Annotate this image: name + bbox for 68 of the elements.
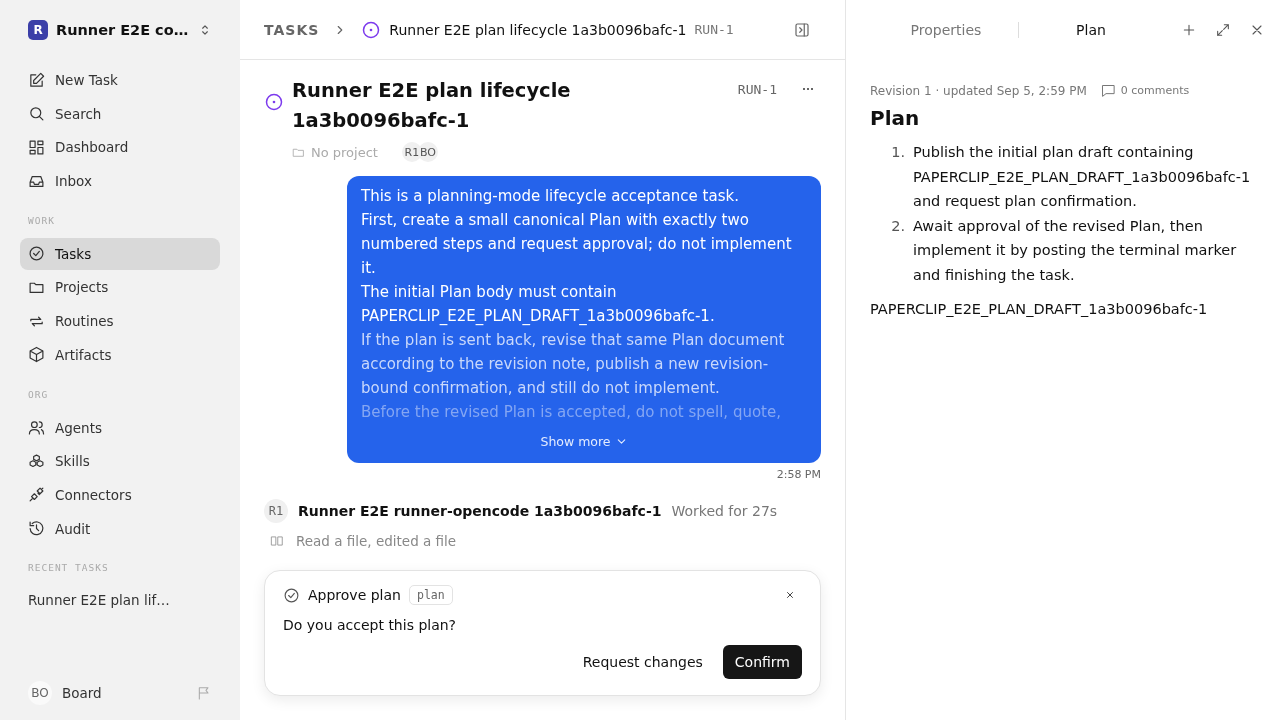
breadcrumb-link[interactable]: TASKS bbox=[264, 21, 320, 38]
request-changes-button[interactable]: Request changes bbox=[570, 645, 715, 679]
agent-avatar: R1 bbox=[264, 499, 288, 523]
dashboard-icon bbox=[28, 138, 45, 156]
status-circle-icon bbox=[361, 19, 382, 40]
panel-toggle-icon[interactable] bbox=[793, 20, 811, 39]
section-heading: WORK bbox=[27, 214, 56, 226]
book-icon bbox=[270, 534, 284, 548]
plug-icon bbox=[28, 486, 45, 504]
user-name[interactable]: Board bbox=[62, 685, 186, 701]
plan-heading: Plan bbox=[870, 106, 921, 130]
confirm-button[interactable]: Confirm bbox=[722, 645, 802, 679]
nav-item[interactable]: Tasks bbox=[20, 237, 220, 270]
agent-name: Runner E2E runner-opencode 1a3b0096bafc-1 bbox=[298, 503, 662, 519]
activity-summary[interactable]: Read a file, edited a file bbox=[296, 533, 457, 549]
nav-item[interactable]: Agents bbox=[20, 411, 220, 444]
step-text: Publish the initial plan draft containing PAPERCLIP_E2E_PLAN_DRAFT_1a3b0096bafc-1 and request plan confirmation. bbox=[913, 143, 1251, 211]
approval-question: Do you accept this plan? bbox=[283, 617, 458, 633]
nav-item[interactable]: Dashboard bbox=[20, 131, 220, 164]
message-text: This is a planning-mode lifecycle acceptance task. bbox=[361, 186, 740, 207]
nav-item[interactable]: Inbox bbox=[20, 165, 220, 198]
section-heading: ORG bbox=[27, 388, 50, 400]
message-text: First, create a small canonical Plan with exactly two numbered steps and request approval; do not implement it. bbox=[361, 210, 793, 279]
comment-icon bbox=[1100, 83, 1116, 98]
task-id: RUN-1 bbox=[737, 82, 777, 97]
step-number: 1. bbox=[890, 143, 905, 162]
approval-title: Approve plan bbox=[308, 587, 401, 603]
recent-task-link[interactable]: Runner E2E plan lif… bbox=[20, 585, 220, 616]
workspace-avatar[interactable]: R bbox=[28, 20, 48, 40]
message-text: The initial Plan body must contain PAPERCLIP_E2E_PLAN_DRAFT_1a3b0096bafc-1. bbox=[361, 282, 716, 327]
check-circle-icon bbox=[283, 586, 300, 604]
workspace-name[interactable]: Runner E2E co… bbox=[56, 22, 190, 38]
task-id: RUN-1 bbox=[694, 22, 734, 37]
task-title: Runner E2E plan lifecycle 1a3b0096bafc-1 bbox=[292, 78, 572, 134]
status-circle-icon[interactable] bbox=[264, 92, 284, 112]
panel-tab[interactable]: Properties bbox=[874, 21, 1018, 38]
message-text: If the plan is sent back, revise that same Plan document according to the revision note, publish a new revision-bound confirmation, and still do not implement. bbox=[361, 330, 786, 399]
comments-link[interactable]: 0 comments bbox=[1100, 83, 1190, 98]
cube-icon bbox=[28, 346, 45, 364]
nav-item[interactable]: Routines bbox=[20, 305, 220, 338]
history-icon bbox=[28, 520, 45, 538]
show-more-button[interactable]: Show more bbox=[536, 430, 632, 453]
nav-item[interactable]: Search bbox=[20, 97, 220, 130]
nav-item[interactable]: Skills bbox=[20, 445, 220, 478]
expand-icon[interactable] bbox=[1215, 21, 1231, 38]
users-icon bbox=[28, 419, 45, 436]
nav-item[interactable]: Audit bbox=[20, 512, 220, 545]
message-time: 2:58 PM bbox=[776, 468, 821, 481]
revision-info: Revision 1 · updated Sep 5, 2:59 PM bbox=[870, 83, 1087, 98]
assignee-avatar[interactable]: R1 bbox=[401, 142, 422, 162]
cubes-icon bbox=[28, 452, 45, 470]
message-text: Before the revised Plan is accepted, do not spell, quote, bbox=[361, 402, 782, 423]
run-duration: Worked for 27s bbox=[671, 503, 778, 519]
step-number: 2. bbox=[890, 216, 905, 236]
assignee-avatar[interactable]: BO bbox=[417, 142, 438, 162]
step-text: Await approval of the revised Plan, then implement it by posting the terminal marker and finishing the task. bbox=[913, 216, 1238, 285]
breadcrumb-title: Runner E2E plan lifecycle 1a3b0096bafc-1 bbox=[389, 21, 687, 38]
section-heading: RECENT TASKS bbox=[27, 562, 110, 574]
search-icon bbox=[28, 105, 45, 123]
plan-tag: plan bbox=[408, 585, 453, 605]
nav-item[interactable]: New Task bbox=[20, 64, 220, 96]
nav-item[interactable]: Connectors bbox=[20, 478, 220, 511]
user-avatar[interactable]: BO bbox=[28, 681, 52, 705]
close-icon[interactable] bbox=[784, 589, 796, 601]
panel-tab[interactable]: Plan bbox=[1019, 21, 1163, 38]
nav-item[interactable]: Artifacts bbox=[20, 338, 220, 371]
nav-item[interactable]: Projects bbox=[20, 271, 220, 304]
plan-marker: PAPERCLIP_E2E_PLAN_DRAFT_1a3b0096bafc-1 bbox=[870, 301, 1209, 317]
